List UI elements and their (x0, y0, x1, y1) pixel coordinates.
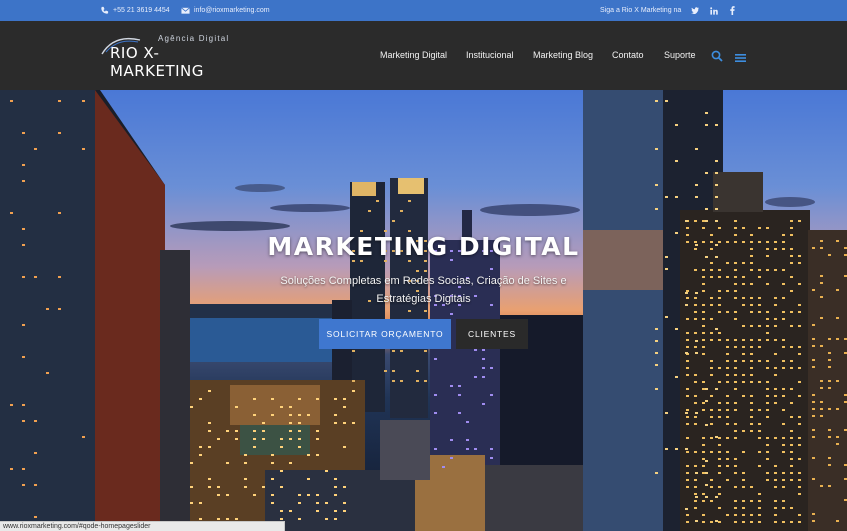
hero-title: MARKETING DIGITAL (267, 232, 580, 261)
nav-item-contato[interactable]: Contato (612, 50, 644, 60)
nav-item-suporte[interactable]: Suporte (664, 50, 696, 60)
follow-text: Siga a Rio X Marketing na (600, 7, 682, 14)
email-contact[interactable]: info@rioxmarketing.com (181, 0, 270, 21)
email-address: info@rioxmarketing.com (194, 7, 270, 14)
facebook-icon[interactable] (726, 0, 738, 21)
phone-icon (100, 6, 109, 15)
nav-item-institucional[interactable]: Institucional (466, 50, 514, 60)
phone-number: +55 21 3619 4454 (113, 7, 170, 14)
logo-tagline: Agência Digital (158, 34, 230, 43)
linkedin-icon[interactable] (708, 0, 720, 21)
browser-status-url: www.rioxmarketing.com/#qode-homepageslid… (0, 521, 285, 531)
site-logo[interactable]: Agência Digital RIO X-MARKETING (100, 30, 245, 80)
hero-slider: MARKETING DIGITAL Soluções Completas em … (0, 90, 847, 531)
logo-name: RIO X-MARKETING (110, 44, 204, 80)
phone-contact[interactable]: +55 21 3619 4454 (100, 0, 170, 21)
site-header: Agência Digital RIO X-MARKETING Marketin… (0, 21, 847, 90)
request-quote-button[interactable]: SOLICITAR ORÇAMENTO (319, 319, 451, 349)
nav-item-marketing-blog[interactable]: Marketing Blog (533, 50, 593, 60)
clients-button[interactable]: CLIENTES (456, 319, 528, 349)
twitter-icon[interactable] (689, 0, 701, 21)
top-info-bar: +55 21 3619 4454 info@rioxmarketing.com … (0, 0, 847, 21)
search-icon[interactable] (711, 49, 723, 62)
hamburger-menu-icon[interactable] (735, 50, 746, 62)
envelope-icon (181, 6, 190, 15)
city-skyline-image (0, 90, 847, 531)
hero-subtitle: Soluções Completas em Redes Socias, Cria… (280, 275, 567, 305)
nav-item-marketing-digital[interactable]: Marketing Digital (380, 50, 447, 60)
